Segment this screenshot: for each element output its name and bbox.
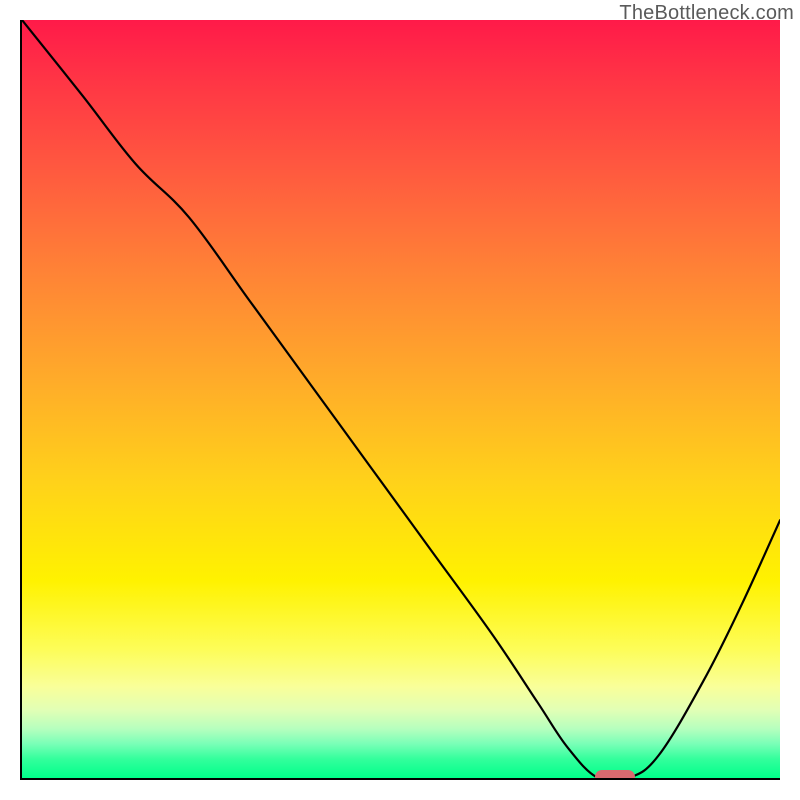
bottleneck-curve: [22, 20, 780, 778]
curve-svg: [22, 20, 780, 778]
optimum-marker: [595, 770, 635, 780]
chart-container: TheBottleneck.com: [0, 0, 800, 800]
plot-area: [20, 20, 780, 780]
